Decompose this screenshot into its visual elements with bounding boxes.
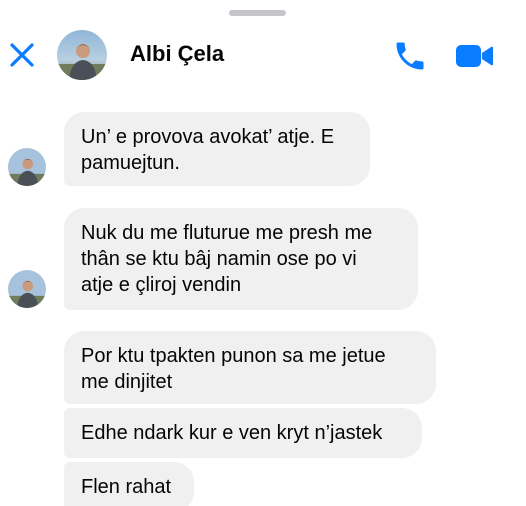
video-camera-icon: [454, 38, 494, 74]
message-bubble[interactable]: Un’ e provova avokat’ atje. E pamuejtun.: [64, 112, 370, 186]
close-icon: [9, 42, 35, 68]
message-bubble[interactable]: Por ktu tpakten punon sa me jetue me din…: [64, 331, 436, 404]
audio-call-button[interactable]: [392, 38, 428, 74]
phone-icon: [392, 38, 428, 74]
message-avatar[interactable]: [8, 148, 46, 186]
contact-name[interactable]: Albi Çela: [130, 41, 224, 67]
message-bubble[interactable]: Edhe ndark kur e ven kryt n’jastek: [64, 408, 422, 458]
message-bubble[interactable]: Flen rahat: [64, 462, 194, 506]
message-avatar[interactable]: [8, 270, 46, 308]
contact-avatar[interactable]: [57, 30, 107, 80]
chat-screen: Albi Çela Un’ e provova avokat’ atje. E …: [0, 0, 526, 506]
sheet-drag-handle[interactable]: [229, 10, 286, 16]
message-bubble[interactable]: Nuk du me fluturue me presh me thân se k…: [64, 208, 418, 310]
video-call-button[interactable]: [454, 38, 494, 74]
close-button[interactable]: [4, 37, 40, 73]
